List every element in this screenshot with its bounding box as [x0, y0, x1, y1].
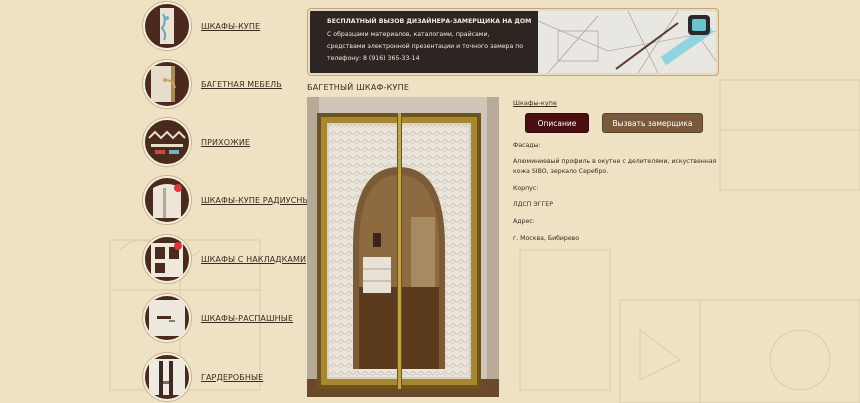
address-label: Адрес:	[513, 218, 535, 225]
product-photo[interactable]	[307, 97, 499, 397]
walk-in-closet-icon	[143, 353, 191, 401]
banner-text-line: телефону: 8 (916) 365-33-14	[327, 55, 420, 62]
facades-value: Алюминиевый профиль в окутне с делителям…	[513, 158, 717, 165]
description-button[interactable]: Описание	[525, 113, 589, 133]
nav-item-hallways[interactable]: ПРИХОЖИЕ	[143, 118, 313, 166]
nav-label: ШКАФЫ С НАКЛАДКАМИ	[201, 254, 307, 264]
body-value: ЛДСП ЭГГЕР	[513, 201, 553, 208]
designer-call-banner[interactable]: БЕСПЛАТНЫЙ ВЫЗОВ ДИЗАЙНЕРА-ЗАМЕРЩИКА НА …	[308, 9, 718, 75]
hallway-icon	[143, 118, 191, 166]
nav-item-overlay-wardrobes[interactable]: ШКАФЫ С НАКЛАДКАМИ	[143, 235, 313, 283]
nav-label: ГАРДЕРОБНЫЕ	[201, 372, 264, 382]
nav-label: ШКАФЫ-КУПЕ	[201, 21, 261, 31]
nav-item-walk-in-closets[interactable]: ГАРДЕРОБНЫЕ	[143, 353, 313, 401]
address-value: г. Москва, Бибирево	[513, 235, 580, 242]
wardrobe-icon	[143, 2, 191, 50]
measuring-tools-illustration	[538, 11, 716, 73]
overlay-wardrobe-icon	[143, 235, 191, 283]
nav-item-baguette-furniture[interactable]: БАГЕТНАЯ МЕБЕЛЬ	[143, 60, 313, 108]
baguette-furniture-icon	[143, 60, 191, 108]
radius-wardrobe-icon	[143, 176, 191, 224]
call-measurer-button[interactable]: Вызвать замерщика	[602, 113, 703, 133]
facades-label: Фасады:	[513, 142, 541, 149]
banner-title: БЕСПЛАТНЫЙ ВЫЗОВ ДИЗАЙНЕРА-ЗАМЕРЩИКА НА …	[327, 18, 532, 25]
nav-item-wardrobes[interactable]: ШКАФЫ-КУПЕ	[143, 2, 313, 50]
banner-text-line: С образцами материалов, каталогами, прай…	[327, 31, 490, 38]
body-label: Корпус:	[513, 185, 539, 192]
nav-item-radius-wardrobes[interactable]: ШКАФЫ-КУПЕ РАДИУСНЫЕ	[143, 176, 315, 224]
nav-label: ШКАФЫ-КУПЕ РАДИУСНЫЕ	[201, 195, 315, 205]
nav-label: ПРИХОЖИЕ	[201, 137, 251, 147]
breadcrumb-link[interactable]: Шкафы-купе	[513, 99, 557, 107]
nav-label: БАГЕТНАЯ МЕБЕЛЬ	[201, 79, 282, 89]
page-title: БАГЕТНЫЙ ШКАФ-КУПЕ	[307, 83, 410, 92]
nav-item-swing-wardrobes[interactable]: ШКАФЫ-РАСПАШНЫЕ	[143, 294, 313, 342]
nav-label: ШКАФЫ-РАСПАШНЫЕ	[201, 313, 294, 323]
swing-wardrobe-icon	[143, 294, 191, 342]
banner-text-line: средствами электронной презентации и точ…	[327, 43, 524, 50]
facades-value-continued: кожа SIBO, зеркало Серебро.	[513, 168, 609, 175]
